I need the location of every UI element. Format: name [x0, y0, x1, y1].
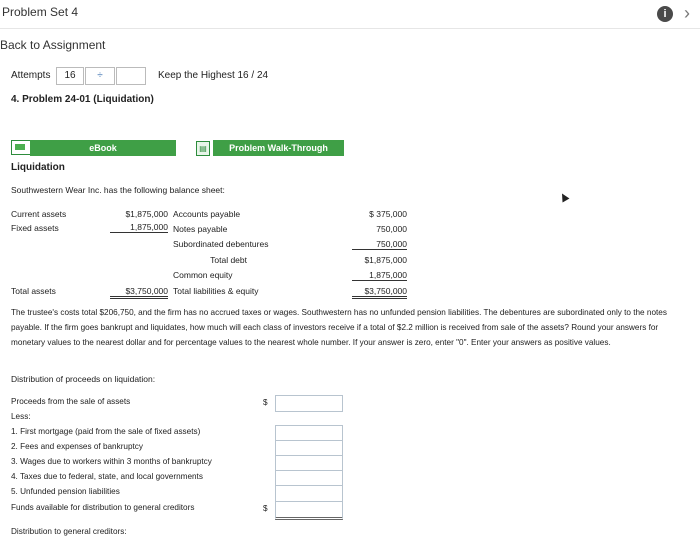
deduction-item: 5. Unfunded pension liabilities	[11, 487, 120, 496]
intro-text: Southwestern Wear Inc. has the following…	[11, 185, 225, 195]
back-to-assignment-link[interactable]: Back to Assignment	[0, 38, 105, 52]
walkthrough-icon[interactable]: ▤	[196, 141, 210, 156]
liability-label: Subordinated debentures	[173, 239, 269, 249]
deduction-item: 4. Taxes due to federal, state, and loca…	[11, 472, 203, 481]
dollar-sign: $	[263, 398, 268, 407]
proceeds-input[interactable]	[275, 395, 343, 412]
dollar-sign: $	[263, 504, 268, 513]
deduction-item: 2. Fees and expenses of bankruptcy	[11, 442, 143, 451]
attempts-label: Attempts	[11, 70, 51, 81]
section-heading: Liquidation	[11, 162, 65, 173]
liability-value: $ 375,000	[369, 209, 407, 219]
common-equity-value: 1,875,000	[352, 270, 407, 281]
page-title: Problem Set 4	[2, 5, 79, 19]
ebook-icon[interactable]	[11, 140, 31, 155]
funds-available-label: Funds available for distribution to gene…	[11, 503, 195, 512]
total-assets-label: Total assets	[11, 286, 56, 296]
problem-walkthrough-button[interactable]: Problem Walk-Through	[213, 140, 344, 156]
deduction-item: 1. First mortgage (paid from the sale of…	[11, 427, 201, 436]
attempts-count: 16	[56, 67, 84, 85]
top-bar: Problem Set 4 i ›	[0, 0, 700, 29]
less-label: Less:	[11, 412, 31, 421]
funds-available-input[interactable]	[275, 501, 343, 520]
total-debt-label: Total debt	[210, 255, 247, 265]
chevron-right-icon[interactable]: ›	[684, 3, 690, 24]
current-assets-value: $1,875,000	[125, 209, 168, 219]
common-equity-label: Common equity	[173, 270, 233, 280]
deduction-item: 3. Wages due to workers within 3 months …	[11, 457, 212, 466]
distribution-heading: Distribution of proceeds on liquidation:	[11, 374, 156, 384]
total-assets-value: $3,750,000	[110, 286, 168, 299]
total-liabilities-label: Total liabilities & equity	[173, 286, 259, 296]
pension-input[interactable]	[275, 485, 343, 502]
liability-value: 750,000	[352, 239, 407, 250]
liability-label: Accounts payable	[173, 209, 241, 219]
general-creditors-label: Distribution to general creditors:	[11, 527, 127, 536]
current-assets-label: Current assets	[11, 209, 67, 219]
liability-value: 750,000	[376, 224, 407, 234]
info-icon[interactable]: i	[657, 6, 673, 22]
total-liabilities-value: $3,750,000	[352, 286, 407, 299]
problem-instructions: The trustee's costs total $206,750, and …	[11, 308, 667, 347]
problem-title: 4. Problem 24-01 (Liquidation)	[11, 94, 154, 105]
ebook-button[interactable]: eBook	[30, 140, 176, 156]
liability-label: Notes payable	[173, 224, 228, 234]
fixed-assets-label: Fixed assets	[11, 223, 59, 233]
fixed-assets-value: 1,875,000	[110, 222, 168, 233]
proceeds-label: Proceeds from the sale of assets	[11, 397, 131, 406]
keep-highest-text: Keep the Highest 16 / 24	[158, 70, 269, 81]
total-debt-value: $1,875,000	[364, 255, 407, 265]
mouse-cursor-icon	[558, 191, 570, 203]
attempts-stepper-icon[interactable]: ÷	[85, 67, 115, 85]
attempts-progress-box	[116, 67, 146, 85]
